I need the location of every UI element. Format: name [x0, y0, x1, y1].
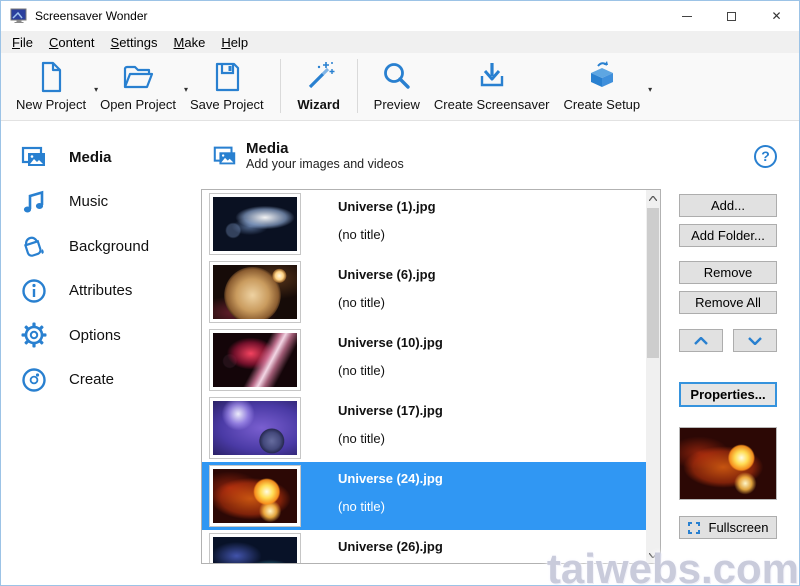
preview-icon [380, 58, 414, 96]
media-filename: Universe (10).jpg [338, 335, 443, 350]
scrollbar-thumb[interactable] [647, 208, 659, 358]
new-project-icon [35, 58, 67, 96]
media-actions-panel: Add... Add Folder... Remove Remove All P… [679, 189, 777, 585]
media-header-icon [212, 143, 238, 169]
create-setup-button[interactable]: Create Setup ▾ [557, 58, 648, 112]
properties-button[interactable]: Properties... [679, 382, 777, 407]
maximize-icon [727, 12, 736, 21]
selected-media-preview [679, 427, 777, 500]
menu-help[interactable]: Help [213, 33, 256, 52]
media-thumbnail [209, 397, 301, 459]
add-folder-button[interactable]: Add Folder... [679, 224, 777, 247]
music-icon [20, 188, 48, 216]
media-thumbnail [209, 329, 301, 391]
create-screensaver-icon [475, 58, 509, 96]
sidebar-item-background[interactable]: Background [1, 224, 201, 269]
save-project-icon [211, 58, 243, 96]
menu-file[interactable]: File [4, 33, 41, 52]
page-subtitle: Add your images and videos [246, 157, 404, 172]
toolbar-separator [280, 59, 281, 113]
options-icon [20, 321, 48, 349]
media-thumbnail [209, 261, 301, 323]
media-filename: Universe (6).jpg [338, 267, 436, 282]
watermark: taiwebs.com [547, 545, 799, 586]
media-list-item[interactable]: Universe (10).jpg (no title) [202, 326, 646, 394]
add-button[interactable]: Add... [679, 194, 777, 217]
save-project-button[interactable]: Save Project [183, 58, 271, 112]
remove-all-button[interactable]: Remove All [679, 291, 777, 314]
media-title: (no title) [338, 363, 385, 378]
content-area: Media Music [1, 121, 799, 585]
scroll-up-icon[interactable] [646, 190, 660, 206]
media-filename: Universe (26).jpg [338, 539, 443, 554]
sidebar: Media Music [1, 121, 201, 585]
window-title: Screensaver Wonder [35, 9, 148, 23]
wizard-button[interactable]: Wizard [290, 58, 348, 112]
menu-settings[interactable]: Settings [103, 33, 166, 52]
minimize-icon [682, 16, 692, 17]
media-list: Universe (1).jpg (no title) Universe (6)… [201, 189, 661, 564]
chevron-down-icon [748, 337, 762, 345]
close-icon: ✕ [771, 10, 781, 22]
title-bar: Screensaver Wonder ✕ [1, 1, 799, 31]
sidebar-item-attributes[interactable]: Attributes [1, 269, 201, 314]
sidebar-item-media[interactable]: Media [1, 135, 201, 180]
media-list-item[interactable]: Universe (1).jpg (no title) [202, 190, 646, 258]
media-filename: Universe (1).jpg [338, 199, 436, 214]
list-scrollbar[interactable] [646, 190, 660, 563]
fullscreen-button[interactable]: Fullscreen [679, 516, 777, 539]
create-screensaver-button[interactable]: Create Screensaver [427, 58, 557, 112]
dropdown-arrow-icon[interactable]: ▾ [648, 85, 652, 94]
media-title: (no title) [338, 295, 385, 310]
fullscreen-icon [688, 522, 700, 534]
media-thumbnail [209, 533, 301, 563]
media-list-item-selected[interactable]: Universe (24).jpg (no title) [202, 462, 646, 530]
open-project-icon [120, 58, 156, 96]
media-title: (no title) [338, 499, 385, 514]
maximize-button[interactable] [709, 1, 754, 31]
toolbar: New Project ▾ Open Project ▾ Save P [1, 53, 799, 121]
toolbar-separator [357, 59, 358, 113]
media-filename: Universe (24).jpg [338, 471, 443, 486]
media-header: Media Add your images and videos ? [212, 136, 777, 176]
media-list-item[interactable]: Universe (17).jpg (no title) [202, 394, 646, 462]
wizard-icon [302, 58, 336, 96]
new-project-button[interactable]: New Project ▾ [9, 58, 93, 112]
create-setup-icon [584, 58, 620, 96]
page-title: Media [246, 140, 404, 157]
move-down-button[interactable] [733, 329, 777, 352]
preview-button[interactable]: Preview [367, 58, 427, 112]
menu-make[interactable]: Make [166, 33, 214, 52]
move-up-button[interactable] [679, 329, 723, 352]
media-thumbnail [209, 465, 301, 527]
create-icon [20, 366, 48, 394]
media-title: (no title) [338, 431, 385, 446]
menu-bar: File Content Settings Make Help [1, 31, 799, 53]
media-filename: Universe (17).jpg [338, 403, 443, 418]
attributes-icon [20, 277, 48, 305]
background-icon [20, 232, 48, 260]
sidebar-item-create[interactable]: Create [1, 358, 201, 403]
remove-button[interactable]: Remove [679, 261, 777, 284]
sidebar-item-music[interactable]: Music [1, 180, 201, 225]
app-window: Screensaver Wonder ✕ File Content Settin… [0, 0, 800, 586]
menu-content[interactable]: Content [41, 33, 103, 52]
app-icon [10, 8, 28, 24]
close-button[interactable]: ✕ [754, 1, 799, 31]
chevron-up-icon [694, 337, 708, 345]
media-title: (no title) [338, 227, 385, 242]
main-panel: Media Add your images and videos ? Unive… [201, 121, 799, 585]
help-icon[interactable]: ? [754, 145, 777, 168]
media-list-item[interactable]: Universe (6).jpg (no title) [202, 258, 646, 326]
media-thumbnail [209, 193, 301, 255]
open-project-button[interactable]: Open Project ▾ [93, 58, 183, 112]
media-icon [20, 143, 48, 171]
sidebar-item-options[interactable]: Options [1, 313, 201, 358]
minimize-button[interactable] [664, 1, 709, 31]
